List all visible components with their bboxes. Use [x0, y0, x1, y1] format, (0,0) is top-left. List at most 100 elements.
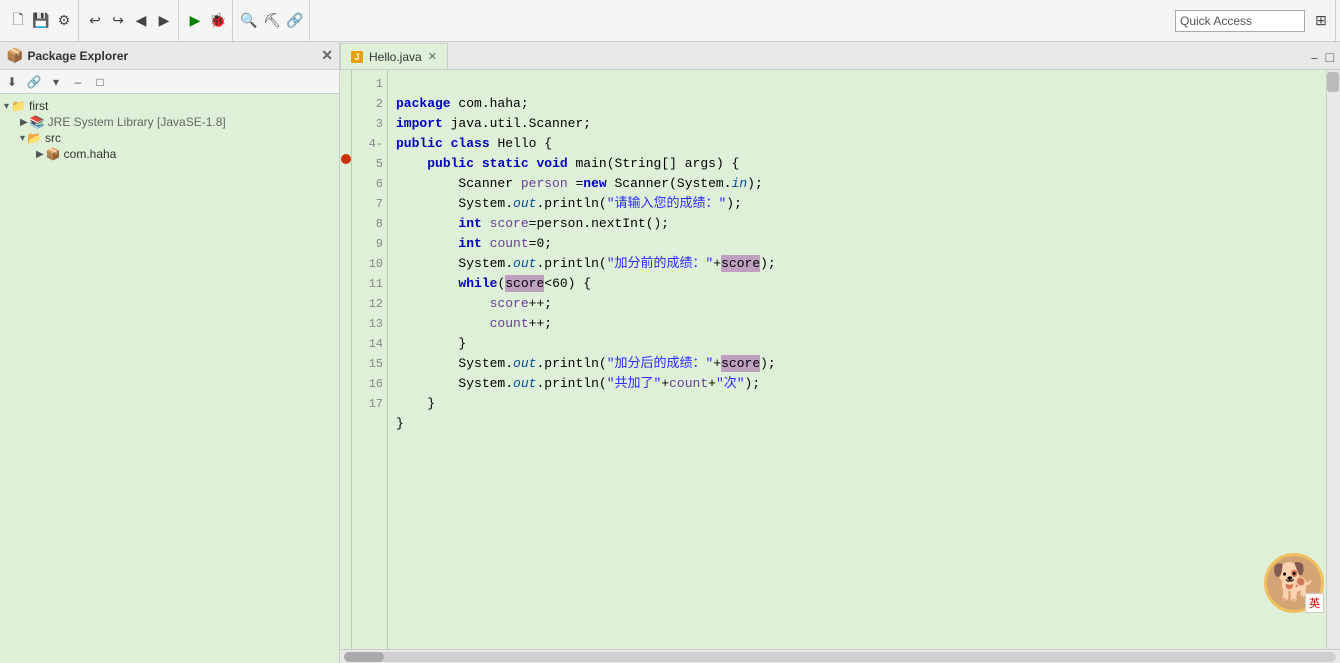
editor-minimize-btn[interactable]: – — [1308, 49, 1320, 69]
editor-tab-label: Hello.java — [369, 50, 422, 64]
quick-access-input[interactable]: Quick Access — [1175, 10, 1305, 32]
breakpoint-indicator — [341, 154, 351, 164]
package-icon: 📦 — [46, 147, 61, 161]
left-margin — [340, 70, 352, 649]
code-line-1: package com.haha; — [396, 96, 529, 111]
line-num-9: 9 — [352, 234, 387, 254]
toolbar-btn-1[interactable]: 🗋 — [7, 10, 29, 32]
line-num-12: 12 — [352, 294, 387, 314]
editor-tabs: J Hello.java ✕ – □ — [340, 42, 1340, 70]
quick-access-label: Quick Access — [1180, 14, 1252, 28]
toolbar-btn-9[interactable]: ⛏ — [261, 10, 283, 32]
pe-link-btn[interactable]: 🔗 — [24, 72, 44, 92]
code-line-12: count++; — [396, 316, 552, 331]
toolbar-group-file: 🗋 💾 ⚙ — [4, 0, 79, 41]
line-num-6: 6 — [352, 174, 387, 194]
code-line-14: System.out.println("加分后的成绩："+score); — [396, 355, 776, 372]
code-line-13: } — [396, 336, 466, 351]
line-num-15: 15 — [352, 354, 387, 374]
code-content[interactable]: package com.haha; import java.util.Scann… — [388, 70, 1326, 649]
code-editor: 1 2 3 4- 5 6 7 8 9 10 11 12 13 14 15 16 … — [340, 70, 1340, 649]
toolbar-group-right: ⊞ — [1307, 0, 1336, 41]
code-line-4: public static void main(String[] args) { — [396, 156, 739, 171]
editor-area: J Hello.java ✕ – □ 1 2 3 4- 5 — [340, 42, 1340, 663]
tree-label-jre: JRE System Library [JavaSE-1.8] — [48, 115, 226, 129]
line-num-16: 16 — [352, 374, 387, 394]
editor-maximize-btn[interactable]: □ — [1324, 49, 1336, 69]
toolbar-btn-2[interactable]: 💾 — [30, 10, 52, 32]
code-line-6: System.out.println("请输入您的成绩："); — [396, 196, 742, 211]
tree-item-comhaha[interactable]: ▶ 📦 com.haha — [4, 146, 335, 162]
editor-header-buttons: – □ — [1304, 49, 1340, 69]
tree-arrow-comhaha: ▶ — [36, 149, 44, 160]
package-explorer-title: Package Explorer — [27, 49, 128, 63]
tree-item-jre[interactable]: ▶ 📚 JRE System Library [JavaSE-1.8] — [4, 114, 335, 130]
toolbar-btn-6[interactable]: ◀ — [130, 10, 152, 32]
line-num-11: 11 — [352, 274, 387, 294]
code-line-10: while(score<60) { — [396, 275, 591, 292]
code-line-2: import java.util.Scanner; — [396, 116, 591, 131]
debug-button[interactable]: 🐞 — [207, 10, 229, 32]
pe-collapse-btn[interactable]: ⬇ — [2, 72, 22, 92]
tree-item-src[interactable]: ▾ 📂 src — [4, 130, 335, 146]
tree-arrow-jre: ▶ — [20, 117, 28, 128]
package-explorer-header: 📦 Package Explorer ✕ — [0, 42, 339, 70]
toolbar-btn-4[interactable]: ↩ — [84, 10, 106, 32]
library-icon: 📚 — [30, 115, 45, 129]
code-line-11: score++; — [396, 296, 552, 311]
toolbar-btn-7[interactable]: ▶ — [153, 10, 175, 32]
line-num-13: 13 — [352, 314, 387, 334]
tab-close-btn[interactable]: ✕ — [428, 50, 437, 63]
package-explorer-panel: 📦 Package Explorer ✕ ⬇ 🔗 ▾ – □ ▾ 📁 first… — [0, 42, 340, 663]
code-line-8: int count=0; — [396, 236, 552, 251]
package-explorer-content: ▾ 📁 first ▶ 📚 JRE System Library [JavaSE… — [0, 94, 339, 663]
bottom-scrollbar — [340, 649, 1340, 663]
line-num-3: 3 — [352, 114, 387, 134]
toolbar-group-misc: 🔍 ⛏ 🔗 — [235, 0, 310, 41]
code-line-7: int score=person.nextInt(); — [396, 216, 669, 231]
toolbar-btn-3[interactable]: ⚙ — [53, 10, 75, 32]
line-num-14: 14 — [352, 334, 387, 354]
line-num-10: 10 — [352, 254, 387, 274]
toolbar-group-edit: ↩ ↪ ◀ ▶ — [81, 0, 179, 41]
tree-label-comhaha: com.haha — [64, 147, 117, 161]
dog-label: 英 — [1305, 593, 1324, 613]
line-num-17: 17 — [352, 394, 387, 414]
code-line-9: System.out.println("加分前的成绩："+score); — [396, 255, 776, 272]
pe-view-menu[interactable]: ▾ — [46, 72, 66, 92]
code-line-15: System.out.println("共加了"+count+"次"); — [396, 376, 760, 391]
toolbar-btn-perspective[interactable]: ⊞ — [1310, 10, 1332, 32]
main-toolbar: 🗋 💾 ⚙ ↩ ↪ ◀ ▶ ▶ 🐞 🔍 ⛏ 🔗 Quick Access ⊞ — [0, 0, 1340, 42]
horizontal-scroll-track[interactable] — [344, 652, 1336, 662]
line-num-1: 1 — [352, 74, 387, 94]
pe-max-btn[interactable]: □ — [90, 72, 110, 92]
tree-arrow-first: ▾ — [4, 101, 9, 112]
toolbar-btn-5[interactable]: ↪ — [107, 10, 129, 32]
editor-tab-hello[interactable]: J Hello.java ✕ — [340, 43, 448, 69]
right-scrollbar[interactable] — [1326, 70, 1340, 649]
line-num-7: 7 — [352, 194, 387, 214]
project-icon: 📁 — [11, 99, 26, 113]
java-file-icon: J — [351, 51, 363, 63]
package-explorer-close[interactable]: ✕ — [321, 47, 333, 64]
code-line-3: public class Hello { — [396, 136, 552, 151]
package-explorer-toolbar: ⬇ 🔗 ▾ – □ — [0, 70, 339, 94]
package-explorer-icon: 📦 — [6, 47, 23, 64]
scroll-thumb[interactable] — [1327, 72, 1339, 92]
run-button[interactable]: ▶ — [184, 10, 206, 32]
tree-item-first[interactable]: ▾ 📁 first — [4, 98, 335, 114]
line-numbers: 1 2 3 4- 5 6 7 8 9 10 11 12 13 14 15 16 … — [352, 70, 388, 649]
line-num-4: 4- — [352, 134, 387, 154]
toolbar-btn-10[interactable]: 🔗 — [284, 10, 306, 32]
src-folder-icon: 📂 — [27, 131, 42, 145]
code-line-5: Scanner person =new Scanner(System.in); — [396, 176, 763, 191]
code-line-16: } — [396, 396, 435, 411]
toolbar-btn-8[interactable]: 🔍 — [238, 10, 260, 32]
pe-min-btn[interactable]: – — [68, 72, 88, 92]
h-scroll-thumb[interactable] — [344, 652, 384, 662]
tree-arrow-src: ▾ — [20, 133, 25, 144]
line-num-5: 5 — [352, 154, 387, 174]
tree-label-src: src — [45, 131, 61, 145]
code-line-17: } — [396, 416, 404, 431]
toolbar-group-run: ▶ 🐞 — [181, 0, 233, 41]
